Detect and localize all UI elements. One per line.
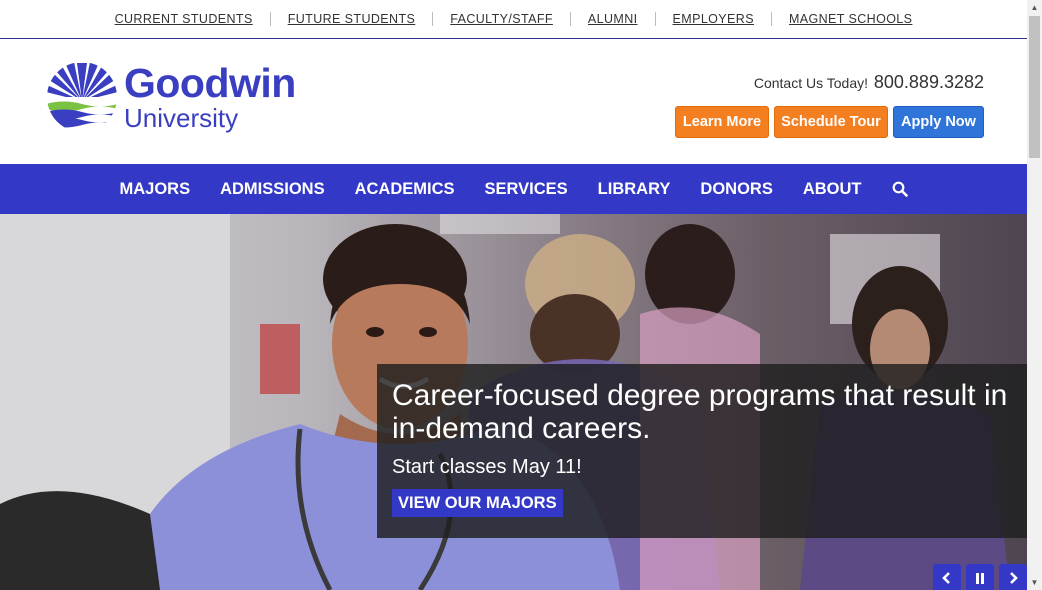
- scroll-thumb[interactable]: [1029, 16, 1040, 158]
- hero-headline: Career-focused degree programs that resu…: [392, 379, 1008, 445]
- main-nav: MAJORS ADMISSIONS ACADEMICS SERVICES LIB…: [0, 164, 1027, 214]
- hero-slider: Career-focused degree programs that resu…: [0, 214, 1027, 590]
- utility-link-alumni[interactable]: ALUMNI: [569, 12, 655, 26]
- search-icon[interactable]: [877, 181, 923, 197]
- nav-item-majors[interactable]: MAJORS: [104, 180, 205, 199]
- hero-subtext: Start classes May 11!: [392, 456, 582, 478]
- utility-link-faculty-staff[interactable]: FACULTY/STAFF: [432, 12, 570, 26]
- learn-more-button[interactable]: Learn More: [675, 106, 769, 138]
- contact-phone[interactable]: 800.889.3282: [874, 72, 984, 92]
- logo-name: Goodwin: [124, 60, 296, 106]
- schedule-tour-button[interactable]: Schedule Tour: [774, 106, 888, 138]
- view-our-majors-button[interactable]: VIEW OUR MAJORS: [392, 489, 563, 517]
- utility-link-current-students[interactable]: CURRENT STUDENTS: [98, 12, 270, 26]
- site-header: Goodwin University Contact Us Today! 800…: [0, 40, 1027, 164]
- scroll-down-arrow-icon[interactable]: ▼: [1027, 575, 1042, 590]
- utility-link-magnet-schools[interactable]: MAGNET SCHOOLS: [770, 12, 929, 26]
- nav-item-library[interactable]: LIBRARY: [583, 180, 686, 199]
- nav-item-services[interactable]: SERVICES: [470, 180, 583, 199]
- logo-subtitle: University: [124, 103, 239, 133]
- chevron-right-icon[interactable]: [999, 564, 1027, 590]
- nav-item-about[interactable]: ABOUT: [788, 180, 877, 199]
- pause-icon[interactable]: [966, 564, 994, 590]
- utility-link-employers[interactable]: EMPLOYERS: [654, 12, 771, 26]
- utility-nav: CURRENT STUDENTS FUTURE STUDENTS FACULTY…: [0, 0, 1027, 39]
- page-scrollbar[interactable]: ▲ ▼: [1027, 0, 1042, 590]
- goodwin-logo[interactable]: Goodwin University: [46, 61, 296, 133]
- sunburst-logo-icon: [47, 62, 117, 132]
- nav-item-academics[interactable]: ACADEMICS: [340, 180, 470, 199]
- utility-link-future-students[interactable]: FUTURE STUDENTS: [269, 12, 433, 26]
- chevron-left-icon[interactable]: [933, 564, 961, 590]
- contact-info: Contact Us Today! 800.889.3282: [754, 72, 984, 93]
- nav-item-donors[interactable]: DONORS: [685, 180, 787, 199]
- apply-now-button[interactable]: Apply Now: [893, 106, 984, 138]
- hero-caption: Career-focused degree programs that resu…: [377, 364, 1027, 538]
- scroll-up-arrow-icon[interactable]: ▲: [1027, 0, 1042, 15]
- nav-item-admissions[interactable]: ADMISSIONS: [205, 180, 340, 199]
- contact-label: Contact Us Today!: [753, 75, 868, 91]
